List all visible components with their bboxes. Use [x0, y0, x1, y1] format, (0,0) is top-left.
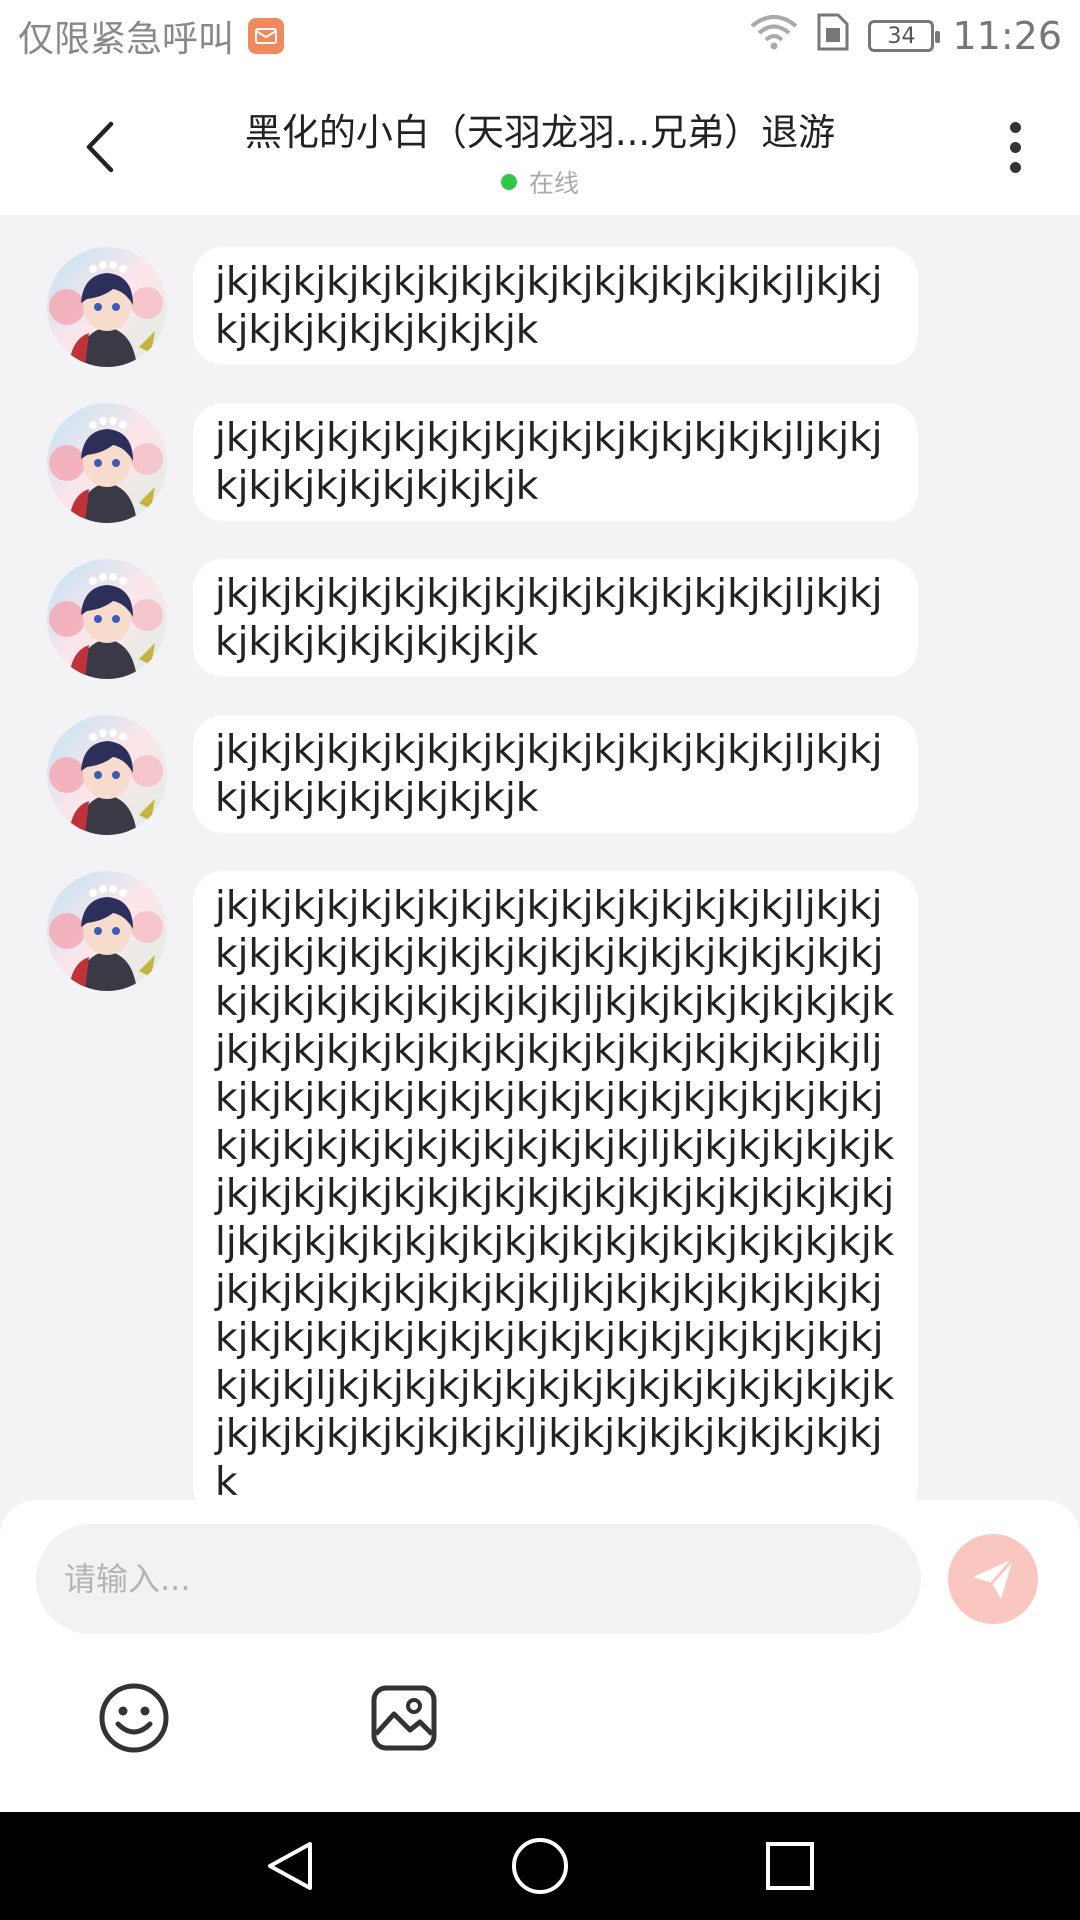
system-nav-bar	[0, 1812, 1080, 1920]
message-bubble[interactable]: jkjkjkjkjkjkjkjkjkjkjkjkjkjkjkjkjkjljkjk…	[193, 559, 918, 677]
message-list[interactable]: jkjkjkjkjkjkjkjkjkjkjkjkjkjkjkjkjkjljkjk…	[0, 215, 1080, 1517]
send-button[interactable]	[948, 1534, 1038, 1624]
home-circle-icon	[512, 1838, 568, 1894]
avatar[interactable]	[47, 559, 167, 679]
chat-title: 黑化的小白（天羽龙羽...兄弟）退游	[244, 111, 836, 154]
nav-back-button[interactable]	[260, 1836, 320, 1896]
mail-icon	[248, 18, 285, 54]
online-dot-icon	[500, 174, 517, 190]
message-bubble[interactable]: jkjkjkjkjkjkjkjkjkjkjkjkjkjkjkjkjkjljkjk…	[193, 247, 918, 365]
message-bubble[interactable]: jkjkjkjkjkjkjkjkjkjkjkjkjkjkjkjkjkjljkjk…	[193, 871, 918, 1517]
back-button[interactable]	[70, 112, 130, 182]
message-row: jkjkjkjkjkjkjkjkjkjkjkjkjkjkjkjkjkjljkjk…	[0, 247, 1080, 367]
emoji-icon	[99, 1683, 169, 1753]
online-status-text: 在线	[528, 169, 579, 198]
message-input[interactable]	[36, 1524, 921, 1634]
online-status: 在线	[180, 164, 900, 200]
composer-panel	[0, 1500, 1080, 1812]
image-button[interactable]	[370, 1684, 438, 1752]
recent-square-icon	[766, 1842, 814, 1890]
sim-icon	[816, 12, 850, 61]
emoji-button[interactable]	[98, 1682, 170, 1754]
avatar[interactable]	[47, 403, 167, 523]
clock: 11:26	[952, 14, 1062, 58]
message-bubble[interactable]: jkjkjkjkjkjkjkjkjkjkjkjkjkjkjkjkjkjljkjk…	[193, 403, 918, 521]
back-triangle-icon	[268, 1842, 312, 1890]
message-row: jkjkjkjkjkjkjkjkjkjkjkjkjkjkjkjkjkjljkjk…	[0, 559, 1080, 679]
avatar[interactable]	[47, 247, 167, 367]
send-icon	[973, 1558, 1015, 1599]
nav-home-button[interactable]	[510, 1836, 570, 1896]
carrier-text: 仅限紧急呼叫	[18, 19, 235, 60]
message-bubble[interactable]: jkjkjkjkjkjkjkjkjkjkjkjkjkjkjkjkjkjljkjk…	[193, 715, 918, 833]
avatar[interactable]	[47, 715, 167, 835]
image-icon	[371, 1685, 437, 1751]
more-dot-icon	[1009, 161, 1021, 173]
message-row: jkjkjkjkjkjkjkjkjkjkjkjkjkjkjkjkjkjljkjk…	[0, 871, 1080, 1517]
nav-recents-button[interactable]	[760, 1836, 820, 1896]
battery-icon: 34	[868, 20, 941, 52]
more-dot-icon	[1009, 121, 1021, 133]
message-row: jkjkjkjkjkjkjkjkjkjkjkjkjkjkjkjkjkjljkjk…	[0, 715, 1080, 835]
chat-title-block: 黑化的小白（天羽龙羽...兄弟）退游 在线	[180, 102, 900, 200]
status-bar: 仅限紧急呼叫 34 11:26	[0, 0, 1080, 72]
chat-header: 黑化的小白（天羽龙羽...兄弟）退游 在线	[0, 72, 1080, 215]
wifi-icon	[750, 14, 798, 59]
message-row: jkjkjkjkjkjkjkjkjkjkjkjkjkjkjkjkjkjljkjk…	[0, 403, 1080, 523]
more-dot-icon	[1009, 141, 1021, 153]
avatar[interactable]	[47, 871, 167, 991]
chevron-left-icon	[86, 121, 114, 173]
more-options-button[interactable]	[990, 112, 1040, 182]
battery-level: 34	[887, 23, 916, 49]
